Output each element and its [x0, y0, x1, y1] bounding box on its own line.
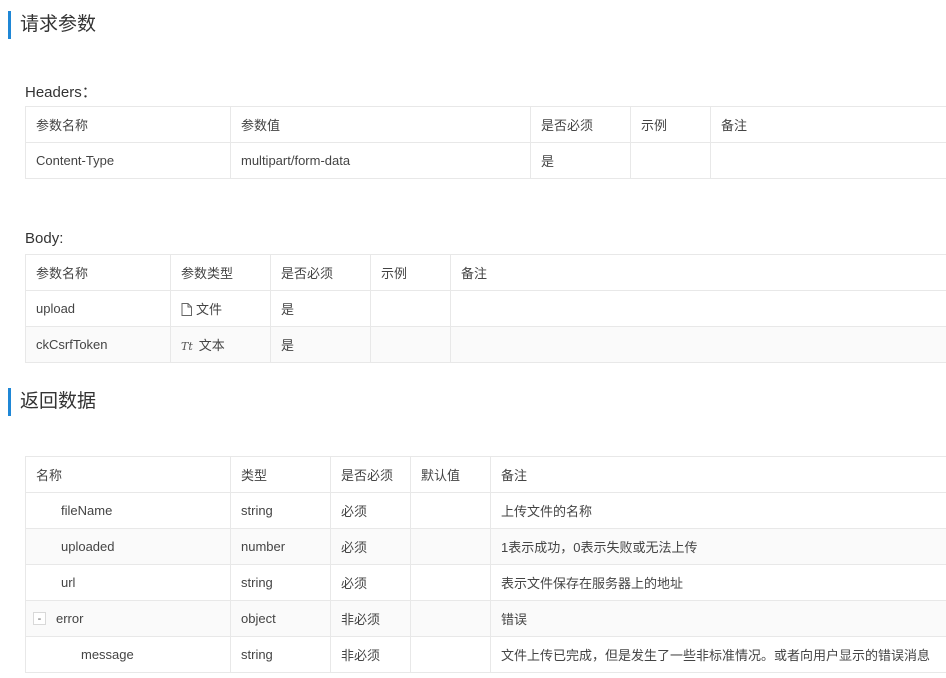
- table-header-row: 参数名称 参数值 是否必须 示例 备注: [25, 106, 946, 143]
- param-note: [450, 290, 946, 327]
- param-required: 是: [270, 326, 371, 363]
- response-table: 名称 类型 是否必须 默认值 备注 fileName string 必须 上传文…: [25, 456, 946, 673]
- field-type: string: [230, 564, 331, 601]
- field-type: object: [230, 600, 331, 637]
- column-header: 是否必须: [530, 106, 631, 143]
- field-type: number: [230, 528, 331, 565]
- param-example: [630, 142, 711, 179]
- field-type: string: [230, 636, 331, 673]
- table-row: upload 文件 是: [25, 290, 946, 327]
- param-name: upload: [25, 290, 171, 327]
- param-example: [370, 326, 451, 363]
- column-header: 示例: [370, 254, 451, 291]
- field-default: [410, 636, 491, 673]
- field-name: error: [56, 611, 84, 626]
- table-row: ckCsrfToken Tt 文本 是: [25, 326, 946, 363]
- param-type-label: 文本: [198, 338, 225, 353]
- param-note: [710, 142, 946, 179]
- response-data-title: 返回数据: [8, 388, 96, 416]
- text-type-icon: Tt: [181, 340, 193, 353]
- collapse-toggle-button[interactable]: -: [33, 612, 46, 625]
- table-row: Content-Type multipart/form-data 是: [25, 142, 946, 179]
- param-value: multipart/form-data: [230, 142, 531, 179]
- field-note: 1表示成功，0表示失败或无法上传: [490, 528, 946, 565]
- param-type-label: 文件: [196, 301, 223, 317]
- param-type: Tt 文本: [170, 326, 271, 363]
- field-note: 表示文件保存在服务器上的地址: [490, 564, 946, 601]
- body-table: 参数名称 参数类型 是否必须 示例 备注 upload 文件 是 ckCsrfT…: [25, 254, 946, 363]
- field-note: 上传文件的名称: [490, 492, 946, 529]
- column-header: 是否必须: [270, 254, 371, 291]
- table-row: uploaded number 必须 1表示成功，0表示失败或无法上传: [25, 528, 946, 565]
- field-default: [410, 492, 491, 529]
- field-default: [410, 564, 491, 601]
- table-header-row: 名称 类型 是否必须 默认值 备注: [25, 456, 946, 493]
- param-type: 文件: [170, 290, 271, 327]
- field-required: 非必须: [330, 636, 411, 673]
- field-name: message: [81, 647, 134, 662]
- column-header: 名称: [25, 456, 231, 493]
- column-header: 是否必须: [330, 456, 411, 493]
- field-required: 必须: [330, 564, 411, 601]
- column-header: 类型: [230, 456, 331, 493]
- column-header: 参数名称: [25, 106, 231, 143]
- column-header: 备注: [710, 106, 946, 143]
- file-icon: [181, 302, 192, 319]
- column-header: 参数值: [230, 106, 531, 143]
- field-name: url: [61, 575, 76, 590]
- table-row: url string 必须 表示文件保存在服务器上的地址: [25, 564, 946, 601]
- table-header-row: 参数名称 参数类型 是否必须 示例 备注: [25, 254, 946, 291]
- column-header: 备注: [490, 456, 946, 493]
- column-header: 参数类型: [170, 254, 271, 291]
- column-header: 备注: [450, 254, 946, 291]
- param-note: [450, 326, 946, 363]
- param-name: ckCsrfToken: [25, 326, 171, 363]
- table-row: - error object 非必须 错误: [25, 600, 946, 637]
- field-name: fileName: [61, 503, 113, 518]
- column-header: 参数名称: [25, 254, 171, 291]
- field-type: string: [230, 492, 331, 529]
- headers-title: Headers：: [25, 84, 97, 101]
- field-default: [410, 600, 491, 637]
- headers-table: 参数名称 参数值 是否必须 示例 备注 Content-Type multipa…: [25, 106, 946, 179]
- field-name: uploaded: [61, 539, 115, 554]
- body-title: Body:: [25, 230, 64, 247]
- param-name: Content-Type: [25, 142, 231, 179]
- param-required: 是: [530, 142, 631, 179]
- table-row: fileName string 必须 上传文件的名称: [25, 492, 946, 529]
- field-note: 文件上传已完成，但是发生了一些非标准情况。或者向用户显示的错误消息: [490, 636, 946, 673]
- field-required: 必须: [330, 492, 411, 529]
- column-header: 默认值: [410, 456, 491, 493]
- field-note: 错误: [490, 600, 946, 637]
- param-example: [370, 290, 451, 327]
- field-required: 必须: [330, 528, 411, 565]
- request-params-title: 请求参数: [8, 11, 96, 39]
- table-row: message string 非必须 文件上传已完成，但是发生了一些非标准情况。…: [25, 636, 946, 673]
- column-header: 示例: [630, 106, 711, 143]
- param-required: 是: [270, 290, 371, 327]
- field-required: 非必须: [330, 600, 411, 637]
- field-default: [410, 528, 491, 565]
